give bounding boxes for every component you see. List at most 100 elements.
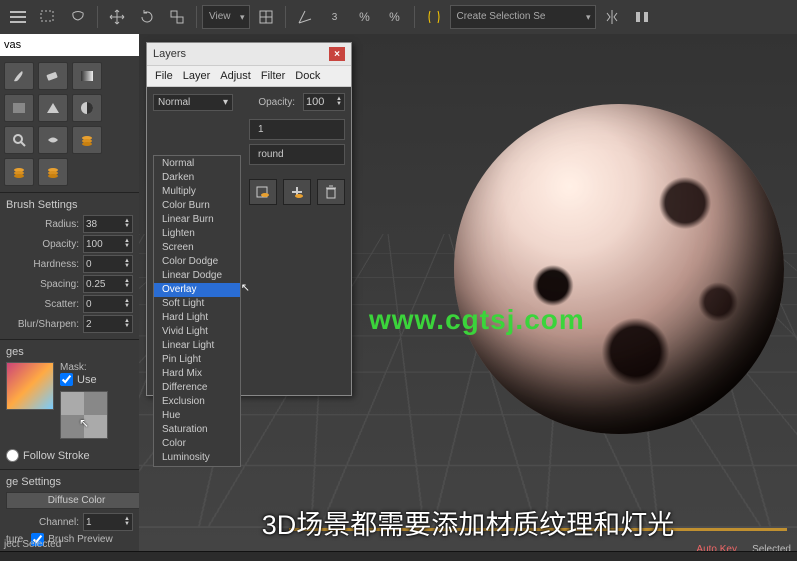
blend-option-lighten[interactable]: Lighten: [154, 227, 240, 241]
close-icon[interactable]: ×: [329, 47, 345, 61]
menu-file[interactable]: File: [155, 70, 173, 82]
new-layer-button[interactable]: [249, 179, 277, 205]
scatter-spinner[interactable]: 0▲▼: [83, 295, 133, 313]
channel-spinner[interactable]: 1▲▼: [83, 513, 133, 531]
blend-mode-list: NormalDarkenMultiplyColor BurnLinear Bur…: [153, 155, 241, 467]
blend-mode-dropdown[interactable]: Normal▾: [153, 94, 233, 111]
blend-option-color-dodge[interactable]: Color Dodge: [154, 255, 240, 269]
triangle-tool-icon[interactable]: [38, 94, 68, 122]
select-lasso-icon[interactable]: [64, 3, 92, 31]
brush-settings-section: Brush Settings Radius:38▲▼ Opacity:100▲▼…: [0, 193, 139, 340]
layer-stack-b-icon[interactable]: [4, 158, 34, 186]
blend-option-darken[interactable]: Darken: [154, 171, 240, 185]
layers-menubar: File Layer Adjust Filter Dock: [147, 66, 351, 87]
menu-dock[interactable]: Dock: [295, 70, 320, 82]
menu-icon[interactable]: [4, 3, 32, 31]
blend-option-soft-light[interactable]: Soft Light: [154, 297, 240, 311]
blend-option-luminosity[interactable]: Luminosity: [154, 451, 240, 465]
mask-label: Mask:: [60, 362, 133, 373]
delete-layer-button[interactable]: [317, 179, 345, 205]
brush-tool-icon[interactable]: [4, 62, 34, 90]
opacity-label: Opacity:: [6, 239, 83, 250]
smudge-tool-icon[interactable]: [38, 126, 68, 154]
blend-option-hard-mix[interactable]: Hard Mix: [154, 367, 240, 381]
blend-option-saturation[interactable]: Saturation: [154, 423, 240, 437]
blend-option-screen[interactable]: Screen: [154, 241, 240, 255]
layer-item-1[interactable]: 1: [249, 119, 345, 140]
menu-filter[interactable]: Filter: [261, 70, 285, 82]
hardness-spinner[interactable]: 0▲▼: [83, 255, 133, 273]
blend-option-difference[interactable]: Difference: [154, 381, 240, 395]
blur-spinner[interactable]: 2▲▼: [83, 315, 133, 333]
spacing-label: Spacing:: [6, 279, 83, 290]
diffuse-color-button[interactable]: Diffuse Color: [6, 492, 147, 509]
blend-option-normal[interactable]: Normal: [154, 157, 240, 171]
bottom-strip: [0, 551, 797, 561]
blend-option-multiply[interactable]: Multiply: [154, 185, 240, 199]
sphere-object[interactable]: [454, 104, 784, 434]
image-thumbnail[interactable]: [6, 362, 54, 410]
image-settings-title: ge Settings: [6, 476, 133, 488]
layers-panel-title: Layers: [153, 48, 186, 60]
use-mask-checkbox[interactable]: Use: [60, 373, 97, 386]
zoom-tool-icon[interactable]: [4, 126, 34, 154]
blend-option-hard-light[interactable]: Hard Light: [154, 311, 240, 325]
select-rect-icon[interactable]: [34, 3, 62, 31]
blend-option-color-burn[interactable]: Color Burn: [154, 199, 240, 213]
layer-item-bg[interactable]: round: [249, 144, 345, 165]
selection-set-dropdown[interactable]: Create Selection Se: [450, 5, 596, 29]
blur-label: Blur/Sharpen:: [6, 319, 83, 330]
axis-icon[interactable]: [291, 3, 319, 31]
contrast-tool-icon[interactable]: [72, 94, 102, 122]
left-panel: Brush Settings Radius:38▲▼ Opacity:100▲▼…: [0, 34, 140, 552]
hardness-label: Hardness:: [6, 259, 83, 270]
layer-opacity-label: Opacity:: [258, 97, 295, 108]
radius-spinner[interactable]: 38▲▼: [83, 215, 133, 233]
blend-option-linear-dodge[interactable]: Linear Dodge: [154, 269, 240, 283]
percent-2-icon[interactable]: %: [381, 3, 409, 31]
blend-option-pin-light[interactable]: Pin Light: [154, 353, 240, 367]
opacity-spinner[interactable]: 100▲▼: [83, 235, 133, 253]
tool-grid: [0, 56, 139, 193]
status-selected: ject Selected: [4, 539, 61, 550]
radius-label: Radius:: [6, 219, 83, 230]
images-section: ges Mask: Use ↖ Follow Stroke: [0, 340, 139, 470]
blend-option-linear-burn[interactable]: Linear Burn: [154, 213, 240, 227]
scale-icon[interactable]: [163, 3, 191, 31]
channel-label: Channel:: [6, 517, 83, 528]
move-icon[interactable]: [103, 3, 131, 31]
snap-toggle-icon[interactable]: [252, 3, 280, 31]
align-icon[interactable]: [628, 3, 656, 31]
layer-stack-c-icon[interactable]: [38, 158, 68, 186]
bracket-icon[interactable]: [420, 3, 448, 31]
scatter-label: Scatter:: [6, 299, 83, 310]
spacing-spinner[interactable]: 0.25▲▼: [83, 275, 133, 293]
blend-option-vivid-light[interactable]: Vivid Light: [154, 325, 240, 339]
cursor-icon: ↖: [241, 282, 250, 294]
follow-stroke-checkbox[interactable]: Follow Stroke: [6, 449, 90, 462]
layer-stack-a-icon[interactable]: [72, 126, 102, 154]
mirror-icon[interactable]: [598, 3, 626, 31]
blend-option-color[interactable]: Color: [154, 437, 240, 451]
brush-settings-title: Brush Settings: [6, 199, 133, 211]
noise-tool-icon[interactable]: [4, 94, 34, 122]
percent-icon[interactable]: %: [351, 3, 379, 31]
view-dropdown[interactable]: View: [202, 5, 250, 29]
blend-option-overlay[interactable]: Overlay↖: [154, 283, 240, 297]
menu-layer[interactable]: Layer: [183, 70, 211, 82]
eraser-tool-icon[interactable]: [38, 62, 68, 90]
rotate-icon[interactable]: [133, 3, 161, 31]
snap-3-icon[interactable]: 3: [321, 3, 349, 31]
layers-panel: Layers × File Layer Adjust Filter Dock N…: [146, 42, 352, 396]
cursor-icon: ↖: [79, 416, 89, 430]
add-layer-button[interactable]: [283, 179, 311, 205]
blend-option-hue[interactable]: Hue: [154, 409, 240, 423]
search-input[interactable]: [0, 34, 139, 56]
menu-adjust[interactable]: Adjust: [220, 70, 251, 82]
mask-thumbnail[interactable]: ↖: [60, 391, 108, 439]
blend-option-exclusion[interactable]: Exclusion: [154, 395, 240, 409]
blend-option-linear-light[interactable]: Linear Light: [154, 339, 240, 353]
gradient-tool-icon[interactable]: [72, 62, 102, 90]
timeline-track[interactable]: [289, 522, 787, 538]
layer-opacity-spinner[interactable]: 100▲▼: [303, 93, 345, 111]
